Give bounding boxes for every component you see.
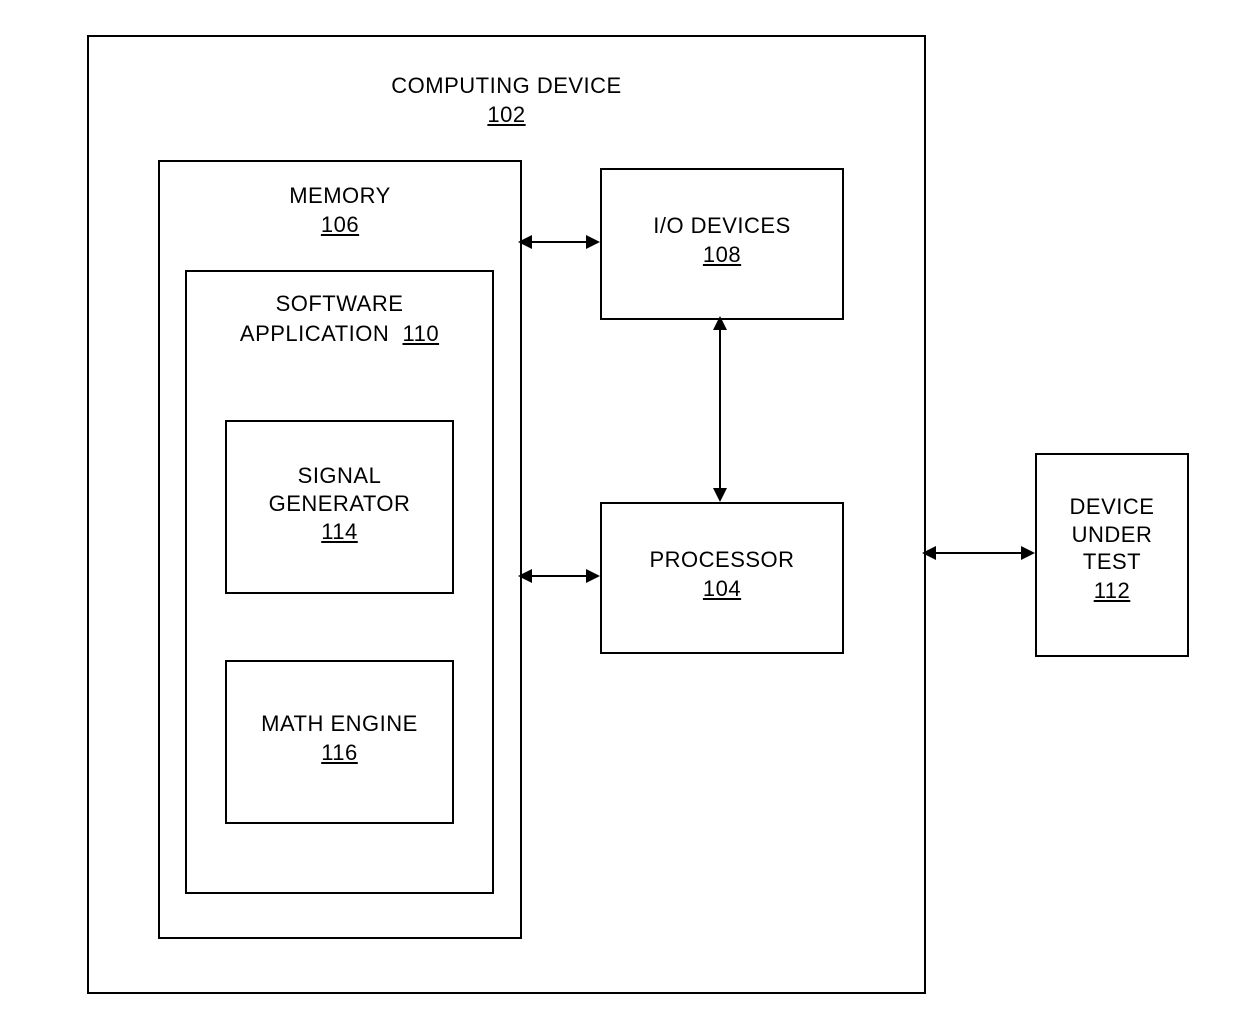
- math-engine-ref: 116: [321, 740, 358, 766]
- connector-io-processor: [719, 330, 721, 488]
- memory-ref: 106: [321, 212, 359, 238]
- signal-generator-label2: GENERATOR: [227, 490, 452, 518]
- connector-memory-processor: [532, 575, 586, 577]
- io-devices-block: I/O DEVICES 108: [600, 168, 844, 320]
- computing-device-ref: 102: [487, 102, 525, 128]
- arrowhead-memory-proc-left-icon: [518, 569, 532, 583]
- device-under-test-label3: TEST: [1037, 548, 1187, 576]
- connector-device-dut: [936, 552, 1021, 554]
- memory-label: MEMORY: [160, 182, 520, 210]
- arrowhead-memory-proc-right-icon: [586, 569, 600, 583]
- signal-generator-block: SIGNAL GENERATOR 114: [225, 420, 454, 594]
- arrowhead-memory-io-right-icon: [586, 235, 600, 249]
- software-application-label1: SOFTWARE: [187, 290, 492, 318]
- processor-block: PROCESSOR 104: [600, 502, 844, 654]
- arrowhead-dut-right-icon: [1021, 546, 1035, 560]
- arrowhead-dut-left-icon: [922, 546, 936, 560]
- diagram-canvas: COMPUTING DEVICE 102 MEMORY 106 SOFTWARE…: [0, 0, 1240, 1033]
- math-engine-block: MATH ENGINE 116: [225, 660, 454, 824]
- processor-ref: 104: [703, 576, 741, 602]
- device-under-test-label1: DEVICE: [1037, 493, 1187, 521]
- signal-generator-ref: 114: [321, 519, 358, 545]
- processor-label: PROCESSOR: [602, 546, 842, 574]
- io-devices-ref: 108: [703, 242, 741, 268]
- io-devices-label: I/O DEVICES: [602, 212, 842, 240]
- signal-generator-label1: SIGNAL: [227, 462, 452, 490]
- connector-memory-io: [532, 241, 586, 243]
- device-under-test-block: DEVICE UNDER TEST 112: [1035, 453, 1189, 657]
- computing-device-label: COMPUTING DEVICE: [89, 72, 924, 100]
- arrowhead-io-proc-up-icon: [713, 316, 727, 330]
- device-under-test-label2: UNDER: [1037, 521, 1187, 549]
- software-application-label2: APPLICATION: [240, 321, 389, 346]
- math-engine-label: MATH ENGINE: [227, 710, 452, 738]
- arrowhead-io-proc-down-icon: [713, 488, 727, 502]
- device-under-test-ref: 112: [1094, 578, 1131, 604]
- arrowhead-memory-io-left-icon: [518, 235, 532, 249]
- software-application-ref: 110: [403, 320, 440, 348]
